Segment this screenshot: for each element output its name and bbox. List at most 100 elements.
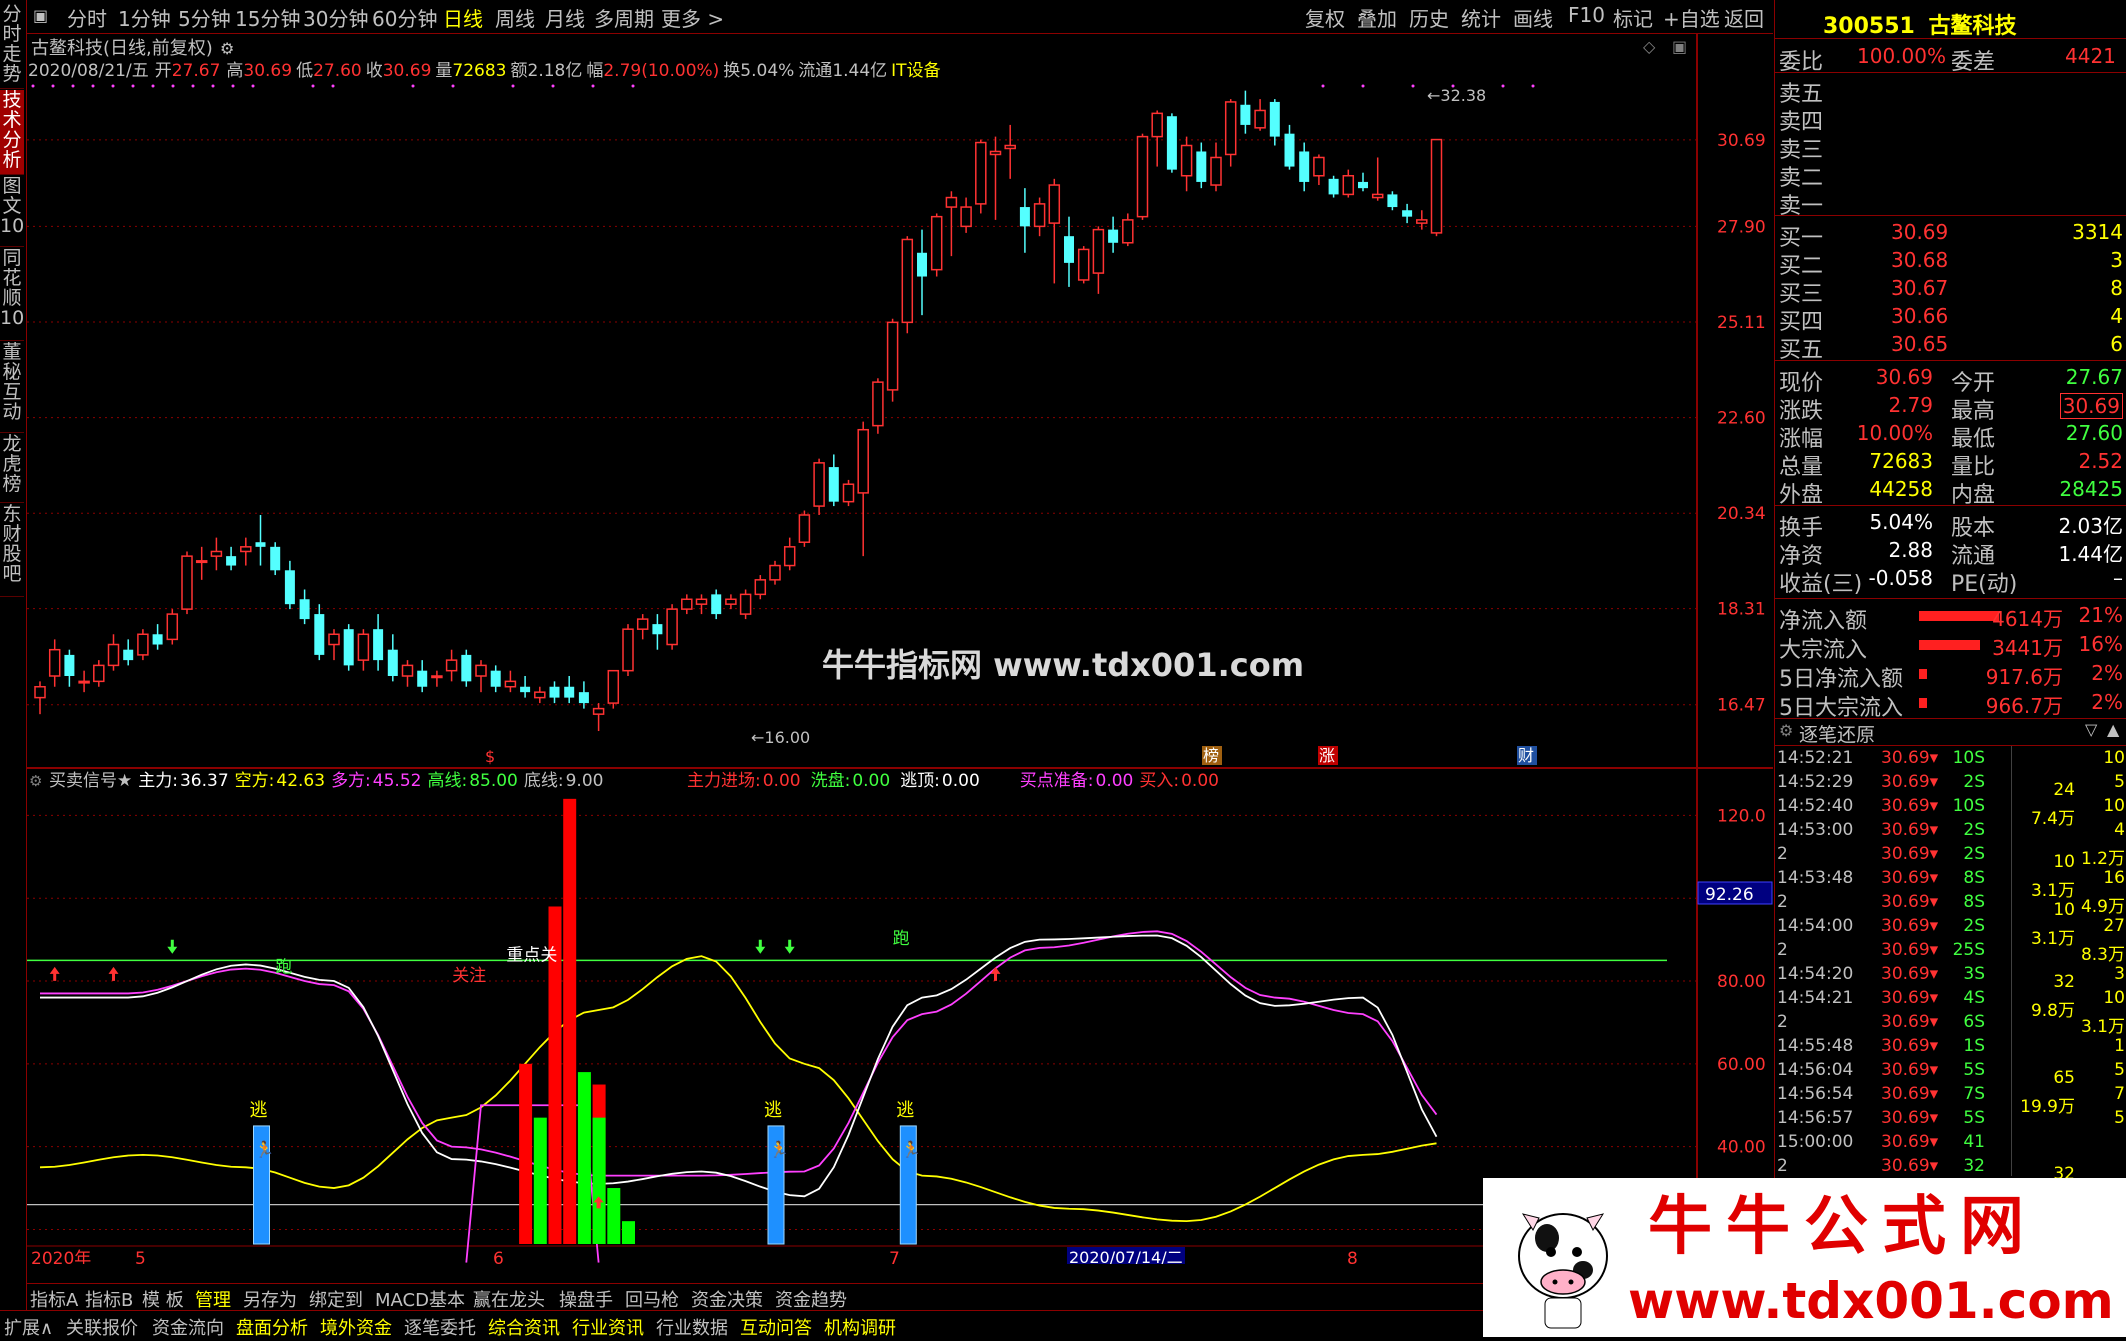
- runner-icon: 🏃: [901, 1140, 921, 1159]
- tick-volume: 5S: [1963, 1060, 1985, 1080]
- tick-collapse-icon[interactable]: ▲: [2107, 720, 2119, 739]
- event-marker-dollar[interactable]: $: [485, 747, 495, 766]
- overlay-button[interactable]: 叠加: [1357, 3, 1397, 32]
- stat-label: 外盘: [1779, 483, 1824, 508]
- candle-body: [725, 598, 737, 605]
- history-button[interactable]: 历史: [1409, 3, 1449, 32]
- tab-fund-decision[interactable]: 资金决策: [691, 1286, 763, 1312]
- indicator-tick-label: 40.00: [1717, 1138, 1766, 1158]
- tab-expand[interactable]: 扩展∧: [4, 1314, 53, 1340]
- tab-period-week[interactable]: 周线: [495, 3, 535, 32]
- tab-leader[interactable]: 赢在龙头: [473, 1286, 545, 1312]
- tab-fund-flow[interactable]: 资金流向: [152, 1314, 224, 1340]
- bar-wash: [622, 1221, 635, 1244]
- tab-foreign-funds[interactable]: 境外资金: [320, 1314, 392, 1340]
- buy-level-price: 30.67: [1891, 276, 1949, 300]
- draw-button[interactable]: 画线: [1513, 3, 1553, 32]
- buy-level-volume: 4: [2110, 304, 2123, 328]
- tick-settings-icon[interactable]: ⚙: [1779, 721, 1793, 740]
- signal-dot: [151, 84, 155, 88]
- tab-technical[interactable]: 技术分析: [0, 90, 24, 175]
- buy-level-label: 买五: [1779, 338, 1824, 363]
- tab-manage[interactable]: 管理: [195, 1286, 231, 1312]
- tab-pullback[interactable]: 回马枪: [625, 1286, 679, 1312]
- tab-news[interactable]: 图文10: [0, 176, 24, 247]
- flow-pct: 16%: [2078, 632, 2123, 656]
- tab-news-summary[interactable]: 综合资讯: [488, 1314, 560, 1340]
- flow-value: 966.7万: [1985, 694, 2063, 718]
- event-marker-finance[interactable]: 财: [1518, 746, 1534, 765]
- tab-period-5m[interactable]: 5分钟: [178, 3, 231, 32]
- event-marker-rank[interactable]: 榜: [1203, 746, 1219, 765]
- tab-period-multi[interactable]: 多周期: [594, 3, 654, 32]
- run-label: 跑: [275, 958, 292, 978]
- tab-dragon[interactable]: 龙虎榜: [0, 434, 24, 503]
- signal-dot: [211, 84, 215, 88]
- settings-icon[interactable]: ⚙: [220, 39, 234, 58]
- tab-qa[interactable]: 互动问答: [740, 1314, 812, 1340]
- tab-industry-news[interactable]: 行业资讯: [572, 1314, 644, 1340]
- signal-dot: [91, 84, 95, 88]
- ad-banner[interactable]: 牛牛公式网 www.tdx001.com: [1483, 1178, 2126, 1337]
- tab-ths[interactable]: 同花顺10: [0, 248, 24, 341]
- signal-dot: [311, 84, 315, 88]
- tab-industry-data[interactable]: 行业数据: [656, 1314, 728, 1340]
- event-marker-rise[interactable]: 涨: [1319, 746, 1335, 765]
- tab-period-min[interactable]: 分时: [67, 3, 107, 32]
- tab-period-month[interactable]: 月线: [545, 3, 585, 32]
- mark-button[interactable]: 标记: [1613, 3, 1653, 32]
- buy-level-volume: 8: [2110, 276, 2123, 300]
- tab-timeshare[interactable]: 分时走势: [0, 4, 24, 89]
- tab-related-quotes[interactable]: 关联报价: [66, 1314, 138, 1340]
- candle-body: [930, 215, 943, 271]
- tick-count: 1.2万: [2080, 849, 2125, 869]
- tab-period-day[interactable]: 日线: [443, 3, 483, 32]
- escape-label: 逃: [764, 1100, 782, 1121]
- tab-period-more[interactable]: 更多 >: [661, 3, 724, 32]
- tick-column-divider: [2011, 746, 2012, 1176]
- tick-price: 30.69▾: [1881, 1132, 1939, 1152]
- tab-period-60m[interactable]: 60分钟: [372, 3, 437, 32]
- tab-tick-orders[interactable]: 逐笔委托: [404, 1314, 476, 1340]
- tick-filter-icon[interactable]: ▽: [2085, 720, 2097, 739]
- diamond-icon[interactable]: ◇: [1643, 37, 1656, 56]
- tab-bind[interactable]: 绑定到: [309, 1286, 363, 1312]
- candle-body: [401, 664, 414, 677]
- tick-time: 14:56:54: [1777, 1084, 1854, 1104]
- menu-box-icon[interactable]: ▣: [33, 6, 48, 25]
- tab-template[interactable]: 模 板: [142, 1286, 184, 1312]
- tab-macd[interactable]: MACD基本: [375, 1286, 465, 1312]
- tick-price: 30.69▾: [1881, 1036, 1939, 1056]
- candle-body: [857, 428, 869, 494]
- stats-button[interactable]: 统计: [1461, 3, 1501, 32]
- panel-toggle-icon[interactable]: ▣: [1672, 37, 1687, 56]
- f10-button[interactable]: F10: [1568, 3, 1605, 27]
- indicator-settings-icon[interactable]: ⚙: [29, 772, 42, 790]
- tick-count: 5: [2114, 772, 2125, 792]
- tab-institution[interactable]: 机构调研: [824, 1314, 896, 1340]
- escape-label: 逃: [250, 1100, 268, 1121]
- restore-right-button[interactable]: 复权: [1305, 3, 1345, 32]
- add-watchlist-button[interactable]: +自选: [1663, 3, 1720, 32]
- tab-indicator-a[interactable]: 指标A: [30, 1286, 78, 1312]
- tick-count: 3: [2114, 964, 2125, 984]
- tab-period-15m[interactable]: 15分钟: [235, 3, 300, 32]
- tab-secretary[interactable]: 董秘互动: [0, 342, 24, 433]
- tab-forum[interactable]: 东财股吧: [0, 504, 24, 597]
- sell-arrow-icon: [167, 939, 178, 954]
- tab-save-as[interactable]: 另存为: [243, 1286, 297, 1312]
- candle-body: [534, 691, 546, 699]
- tab-period-30m[interactable]: 30分钟: [303, 3, 368, 32]
- cursor-date: 2020/07/14/二: [1069, 1248, 1183, 1264]
- buy-arrow-icon: [990, 966, 1001, 981]
- kline-chart[interactable]: 30.69 27.90 25.11 22.60 20.34 18.31 16.47 120.…: [27, 34, 1773, 1264]
- candle-body: [328, 633, 340, 646]
- stat-value: 30.69: [2059, 393, 2123, 419]
- tab-trader[interactable]: 操盘手: [559, 1286, 613, 1312]
- tab-fund-trend[interactable]: 资金趋势: [775, 1286, 847, 1312]
- tab-market-analysis[interactable]: 盘面分析: [236, 1314, 308, 1340]
- back-button[interactable]: 返回: [1724, 3, 1764, 32]
- tab-period-1m[interactable]: 1分钟: [118, 3, 171, 32]
- candle-body: [1210, 156, 1222, 186]
- tab-indicator-b[interactable]: 指标B: [85, 1286, 133, 1312]
